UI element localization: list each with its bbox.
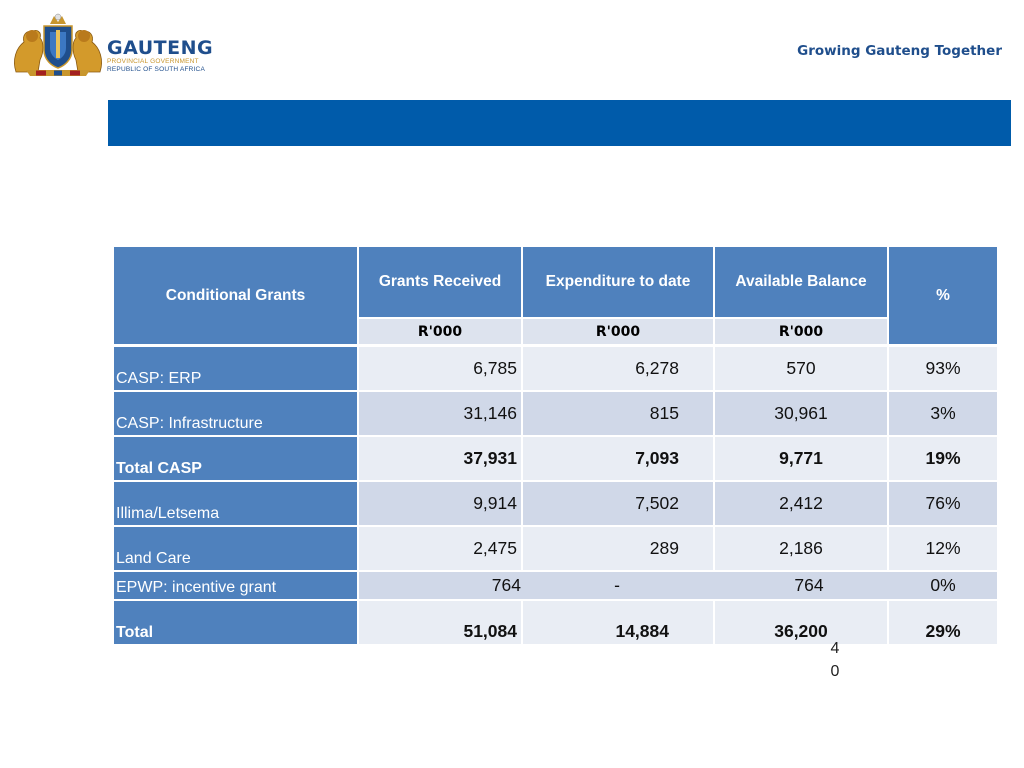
row-expenditure: 14,884 <box>523 601 713 644</box>
row-label: Illima/Letsema <box>114 482 357 525</box>
row-balance: 9,771 <box>715 437 887 480</box>
row-expenditure: 7,093 <box>523 437 713 480</box>
row-percent: 12% <box>889 527 997 570</box>
header-available-balance: Available Balance <box>715 247 887 317</box>
page-number-digit-1: 4 <box>830 640 840 657</box>
row-balance: 764 <box>713 572 889 599</box>
row-label: CASP: ERP <box>114 347 357 390</box>
row-label: Land Care <box>114 527 357 570</box>
row-received: 37,931 <box>359 437 521 480</box>
row-label: Total CASP <box>114 437 357 480</box>
header-grants-received: Grants Received <box>359 247 521 317</box>
row-percent: 3% <box>889 392 997 435</box>
row-balance: 30,961 <box>715 392 887 435</box>
row-percent: 76% <box>889 482 997 525</box>
row-received: 6,785 <box>359 347 521 390</box>
row-expenditure: - <box>523 572 713 599</box>
row-expenditure: 6,278 <box>523 347 713 390</box>
row-balance: 2,412 <box>715 482 887 525</box>
header-percent: % <box>889 247 997 344</box>
row-label: EPWP: incentive grant <box>114 572 357 599</box>
unit-grants-received: R'000 <box>359 319 521 344</box>
row-percent: 19% <box>889 437 997 480</box>
row-received: 51,084 <box>359 601 521 644</box>
row-expenditure: 815 <box>523 392 713 435</box>
row-expenditure: 289 <box>523 527 713 570</box>
row-label: CASP: Infrastructure <box>114 392 357 435</box>
row-received: 9,914 <box>359 482 521 525</box>
row-balance: 36,200 <box>715 601 887 644</box>
row-received: 31,146 <box>359 392 521 435</box>
row-balance: 2,186 <box>715 527 887 570</box>
row-percent: 93% <box>889 347 997 390</box>
page-number-digit-2: 0 <box>830 663 840 680</box>
row-label: Total <box>114 601 357 644</box>
row-received: 764 <box>359 572 523 599</box>
header-expenditure-to-date: Expenditure to date <box>523 247 713 317</box>
unit-available-balance: R'000 <box>715 319 887 344</box>
row-percent: 0% <box>889 572 997 599</box>
unit-expenditure: R'000 <box>523 319 713 344</box>
conditional-grants-table: Conditional Grants Grants Received Expen… <box>0 0 1024 768</box>
row-expenditure: 7,502 <box>523 482 713 525</box>
row-balance: 570 <box>715 347 887 390</box>
header-conditional-grants: Conditional Grants <box>114 247 357 344</box>
page-number: 4 0 <box>829 637 841 683</box>
row-received: 2,475 <box>359 527 521 570</box>
row-percent: 29% <box>889 601 997 644</box>
